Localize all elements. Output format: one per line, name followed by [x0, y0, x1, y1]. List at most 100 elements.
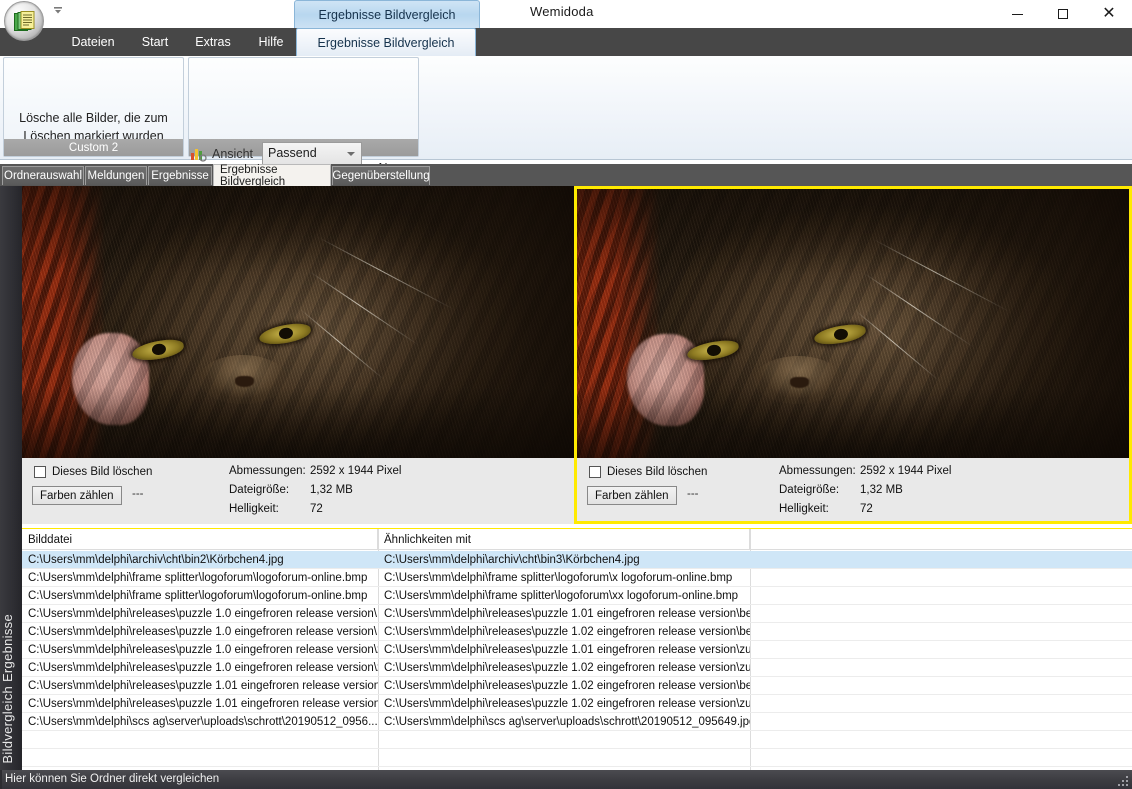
table-row[interactable]: C:\Users\mm\delphi\releases\puzzle 1.0 e… [22, 659, 1132, 677]
filesize-key-left: Dateigröße: [229, 484, 290, 496]
table-cell [750, 641, 1132, 658]
app-menu-button[interactable] [4, 1, 44, 41]
page-tab-label: Meldungen [87, 170, 145, 182]
window-title: Wemidoda [530, 4, 594, 19]
table-cell [750, 713, 1132, 730]
image-pane-left[interactable]: Dieses Bild löschen Farben zählen --- Ab… [22, 186, 574, 524]
delete-marked-images-label-line1: Lösche alle Bilder, die zum [19, 111, 168, 125]
table-cell: C:\Users\mm\delphi\scs ag\server\uploads… [384, 715, 750, 728]
image-pane-right[interactable]: Dieses Bild löschen Farben zählen --- Ab… [574, 186, 1132, 524]
table-row[interactable]: C:\Users\mm\delphi\scs ag\server\uploads… [22, 713, 1132, 731]
ribbon-tab-label: Hilfe [258, 35, 284, 49]
delete-checkbox-right-label: Dieses Bild löschen [607, 466, 708, 478]
count-colors-button-right[interactable]: Farben zählen [587, 486, 677, 505]
documents-stack-icon [14, 11, 35, 31]
table-cell: C:\Users\mm\delphi\frame splitter\logofo… [28, 571, 368, 584]
table-cell [750, 677, 1132, 694]
table-cell [750, 623, 1132, 640]
quick-access-dropdown-button[interactable] [50, 6, 66, 20]
table-cell [750, 551, 1132, 568]
table-row[interactable]: C:\Users\mm\delphi\releases\puzzle 1.01 … [22, 677, 1132, 695]
results-grid[interactable]: Bilddatei Ähnlichkeiten mit C:\Users\mm\d… [22, 528, 1132, 785]
table-row-empty[interactable] [22, 731, 1132, 749]
page-tab-label: Ordnerauswahl [4, 170, 82, 182]
ansicht-combo-label: Ansicht [212, 147, 253, 161]
image-preview-right[interactable] [577, 189, 1129, 458]
filesize-value-left: 1,32 MB [310, 484, 353, 496]
ansicht-view-select[interactable]: Passend [262, 142, 362, 166]
page-tab-ergebnisse[interactable]: Ergebnisse [148, 166, 212, 185]
grid-column-header-2[interactable] [750, 529, 1132, 550]
ribbon-tab-label: Dateien [71, 35, 115, 49]
table-cell: C:\Users\mm\delphi\releases\puzzle 1.02 … [384, 661, 750, 674]
table-cell: C:\Users\mm\delphi\archiv\cht\bin3\Körbc… [384, 553, 640, 566]
checkbox-icon [34, 466, 46, 478]
close-button[interactable]: ✕ [1086, 0, 1132, 28]
table-cell: C:\Users\mm\delphi\releases\puzzle 1.0 e… [28, 607, 378, 620]
table-row[interactable]: C:\Users\mm\delphi\archiv\cht\bin2\Körbc… [22, 551, 1132, 569]
status-bar-left-edge [0, 770, 2, 789]
count-colors-result-right: --- [687, 488, 699, 500]
table-cell: C:\Users\mm\delphi\frame splitter\logofo… [384, 571, 733, 584]
vertical-sidebar-label: Bildvergleich Ergebnisse [0, 614, 15, 764]
ribbon-tab-label: Start [141, 35, 169, 49]
delete-checkbox-left-label: Dieses Bild löschen [52, 466, 153, 478]
vertical-sidebar[interactable]: Bildvergleich Ergebnisse [0, 186, 22, 770]
table-cell [750, 659, 1132, 676]
maximize-icon [1058, 9, 1068, 19]
dimensions-value-left: 2592 x 1944 Pixel [310, 465, 402, 477]
grid-column-header-0[interactable]: Bilddatei [22, 529, 378, 550]
table-row-empty[interactable] [22, 749, 1132, 767]
delete-checkbox-right[interactable]: Dieses Bild löschen [589, 466, 707, 478]
table-row[interactable]: C:\Users\mm\delphi\frame splitter\logofo… [22, 569, 1132, 587]
bar-chart-icon [191, 149, 207, 162]
page-tab-label: Ergebnisse Bildvergleich [220, 163, 286, 188]
table-row[interactable]: C:\Users\mm\delphi\releases\puzzle 1.01 … [22, 695, 1132, 713]
table-row[interactable]: C:\Users\mm\delphi\releases\puzzle 1.0 e… [22, 641, 1132, 659]
delete-checkbox-left[interactable]: Dieses Bild löschen [34, 466, 152, 478]
minimize-icon [1011, 13, 1023, 15]
ribbon-tab-dateien[interactable]: Dateien [58, 28, 128, 56]
dimensions-key-right: Abmessungen: [779, 465, 856, 477]
count-colors-button-left[interactable]: Farben zählen [32, 486, 122, 505]
table-cell [750, 605, 1132, 622]
table-cell: C:\Users\mm\delphi\releases\puzzle 1.0 e… [28, 643, 378, 656]
maximize-button[interactable] [1040, 0, 1086, 28]
table-row[interactable]: C:\Users\mm\delphi\releases\puzzle 1.0 e… [22, 623, 1132, 641]
ribbon-body: Lösche alle Bilder, die zum Löschen mark… [0, 56, 1132, 193]
delete-marked-images-button[interactable]: Lösche alle Bilder, die zum Löschen mark… [7, 61, 180, 143]
page-tab-ergebnisse-bildvergleich[interactable]: Ergebnisse Bildvergleich [213, 163, 331, 188]
title-bar: Wemidoda ✕ [0, 0, 1132, 28]
minimize-button[interactable] [994, 0, 1040, 28]
image-preview-left[interactable] [22, 186, 574, 458]
page-tab-meldungen[interactable]: Meldungen [85, 166, 147, 185]
image-compare-area: Dieses Bild löschen Farben zählen --- Ab… [22, 186, 1132, 524]
count-colors-button-right-label: Farben zählen [595, 489, 669, 502]
table-row[interactable]: C:\Users\mm\delphi\releases\puzzle 1.0 e… [22, 605, 1132, 623]
brightness-key-left: Helligkeit: [229, 503, 279, 515]
page-tab-label: Gegenüberstellung [332, 170, 430, 182]
count-colors-result-left: --- [132, 488, 144, 500]
ribbon-tab-strip: Dateien Start Extras Hilfe Ergebnisse Bildve… [0, 28, 1132, 56]
ansicht-view-select-value: Passend [268, 146, 317, 160]
status-bar: Hier können Sie Ordner direkt vergleiche… [0, 770, 1132, 789]
cat-photo-left [22, 186, 574, 458]
filesize-value-right: 1,32 MB [860, 484, 903, 496]
ribbon-tab-start[interactable]: Start [130, 28, 180, 56]
resize-grip-icon[interactable] [1116, 774, 1130, 788]
ribbon-tab-extras[interactable]: Extras [182, 28, 244, 56]
grid-column-header-1[interactable]: Ähnlichkeiten mit [378, 529, 750, 550]
table-cell: C:\Users\mm\delphi\releases\puzzle 1.01 … [384, 607, 750, 620]
ribbon-tab-ergebnisse-bildvergleich[interactable]: Ergebnisse Bildvergleich [296, 28, 476, 56]
table-row[interactable]: C:\Users\mm\delphi\frame splitter\logofo… [22, 587, 1132, 605]
page-tab-ordnerauswahl[interactable]: Ordnerauswahl [2, 166, 84, 185]
ribbon-tab-hilfe[interactable]: Hilfe [246, 28, 296, 56]
table-cell [750, 587, 1132, 604]
table-cell: C:\Users\mm\delphi\releases\puzzle 1.02 … [384, 679, 750, 692]
page-tab-gegen-berstellung[interactable]: Gegenüberstellung [332, 166, 430, 185]
table-cell [750, 695, 1132, 712]
table-cell: C:\Users\mm\delphi\archiv\cht\bin2\Körbc… [28, 553, 284, 566]
table-cell: C:\Users\mm\delphi\releases\puzzle 1.0 e… [28, 625, 378, 638]
dimensions-value-right: 2592 x 1944 Pixel [860, 465, 952, 477]
ribbon-group-custom2-title: Custom 2 [4, 139, 183, 156]
